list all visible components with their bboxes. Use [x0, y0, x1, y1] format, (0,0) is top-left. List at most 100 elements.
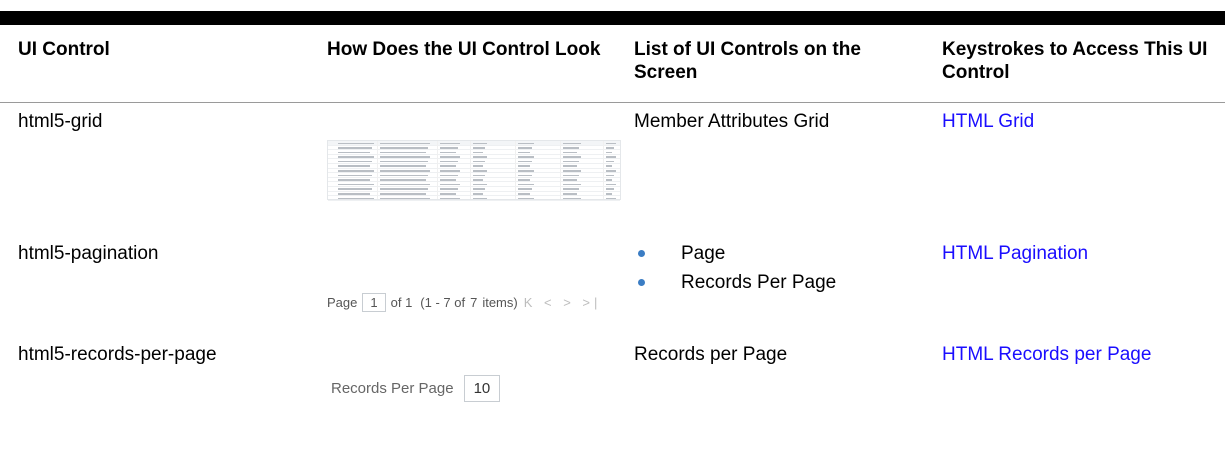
- html-grid-link[interactable]: HTML Grid: [942, 111, 1034, 132]
- grid-preview-cell: [473, 193, 483, 195]
- header-list-controls: List of UI Controls on the Screen: [634, 39, 861, 83]
- grid-preview-cell: [338, 188, 372, 190]
- grid-preview-cell: [380, 170, 430, 172]
- grid-preview-cell: [563, 193, 577, 195]
- header-divider: [0, 102, 1225, 103]
- grid-preview-cell: [440, 193, 456, 195]
- pagination-preview: Page 1 of 1 (1 - 7 of 7 items) K < > >|: [327, 290, 601, 314]
- grid-preview-cell: [440, 165, 456, 167]
- grid-preview-cell: [606, 179, 612, 181]
- grid-preview-column-line: [470, 141, 471, 199]
- header-ui-control: UI Control: [18, 39, 110, 60]
- grid-preview-cell: [473, 188, 485, 190]
- grid-preview-cell: [606, 193, 612, 195]
- grid-preview-cell: [606, 156, 616, 158]
- grid-preview-cell: [338, 156, 374, 158]
- bullet-icon: [638, 250, 645, 257]
- grid-preview-cell: [380, 193, 426, 195]
- grid-preview-cell: [518, 188, 532, 190]
- pagination-of-label: of 1: [390, 294, 413, 310]
- grid-preview-cell: [380, 165, 426, 167]
- grid-preview-cell: [518, 193, 530, 195]
- grid-preview-cell: [440, 156, 460, 158]
- grid-preview-cell: [473, 156, 487, 158]
- grid-preview-cell: [563, 188, 579, 190]
- row-pagination-control: html5-pagination: [18, 243, 159, 264]
- grid-preview-cell: [440, 147, 458, 149]
- rpp-label: Records Per Page: [331, 379, 454, 397]
- grid-preview-cell: [380, 160, 428, 163]
- grid-preview-cell: [473, 197, 487, 200]
- grid-preview-cell: [473, 160, 485, 163]
- grid-preview-cell: [338, 142, 374, 144]
- grid-preview-cell: [473, 174, 485, 177]
- grid-preview-cell: [440, 170, 460, 172]
- grid-preview-cell: [380, 156, 430, 158]
- grid-preview-cell: [606, 165, 612, 167]
- grid-preview-cell: [606, 197, 616, 200]
- grid-preview-cell: [473, 142, 487, 144]
- grid-preview-column-line: [377, 141, 378, 199]
- grid-preview-column-line: [437, 141, 438, 199]
- grid-preview-cell: [563, 160, 579, 163]
- grid-preview-cell: [473, 179, 483, 181]
- row-rpp-controls-text: Records per Page: [634, 344, 788, 365]
- grid-preview-cell: [440, 179, 456, 181]
- grid-preview-cell: [440, 188, 458, 190]
- grid-preview-cell: [563, 151, 577, 154]
- pagination-nav-icons: K < > >|: [523, 294, 602, 310]
- grid-preview-cell: [518, 179, 530, 181]
- grid-preview-cell: [518, 197, 534, 200]
- bullet-icon: [638, 279, 645, 286]
- header-how-look: How Does the UI Control Look: [327, 39, 601, 60]
- grid-preview-cell: [518, 170, 534, 172]
- grid-preview-cell: [338, 174, 372, 177]
- html-records-per-page-link[interactable]: HTML Records per Page: [942, 344, 1151, 365]
- grid-preview-column-line: [560, 141, 561, 199]
- grid-preview-cell: [563, 165, 577, 167]
- grid-preview-cell: [338, 193, 370, 195]
- grid-preview-cell: [440, 174, 458, 177]
- grid-preview-cell: [440, 183, 460, 186]
- grid-preview-cell: [380, 142, 430, 144]
- row-grid-controls-text: Member Attributes Grid: [634, 111, 830, 132]
- html-pagination-link[interactable]: HTML Pagination: [942, 243, 1088, 264]
- grid-preview-cell: [338, 183, 374, 186]
- grid-preview-cell: [563, 142, 581, 144]
- grid-preview-cell: [473, 147, 485, 149]
- grid-preview-cell: [338, 179, 370, 181]
- grid-preview-cell: [606, 160, 614, 163]
- grid-preview-cell: [380, 151, 426, 154]
- grid-preview-cell: [380, 147, 428, 149]
- pagination-range: (1 - 7 of: [420, 294, 466, 310]
- grid-preview-cell: [563, 197, 581, 200]
- grid-preview-cell: [563, 147, 579, 149]
- rpp-value-box: 10: [463, 374, 501, 402]
- grid-preview-cell: [518, 156, 534, 158]
- grid-preview-cell: [380, 188, 428, 190]
- grid-preview-cell: [473, 170, 487, 172]
- grid-preview-cell: [440, 142, 460, 144]
- grid-preview-cell: [440, 151, 456, 154]
- grid-preview-cell: [606, 188, 614, 190]
- grid-preview-cell: [563, 179, 577, 181]
- pagination-total: 7: [470, 294, 478, 310]
- grid-preview-cell: [518, 174, 532, 177]
- grid-preview-row: [328, 196, 620, 201]
- grid-preview-cell: [606, 142, 616, 144]
- grid-preview-cell: [338, 151, 370, 154]
- list-item: Records Per Page: [634, 271, 836, 300]
- records-per-page-preview: Records Per Page 10: [331, 373, 501, 403]
- grid-preview-cell: [563, 174, 579, 177]
- pagination-items: items): [482, 294, 518, 310]
- grid-preview-image: [327, 140, 621, 201]
- pagination-page-input: 1: [362, 292, 386, 312]
- grid-preview-cell: [380, 174, 428, 177]
- grid-preview-cell: [473, 183, 487, 186]
- row-rpp-control: html5-records-per-page: [18, 344, 217, 365]
- grid-preview-cell: [518, 183, 534, 186]
- row-grid-control: html5-grid: [18, 111, 103, 132]
- table-top-rule: [0, 11, 1225, 25]
- grid-preview-cell: [606, 170, 616, 172]
- grid-preview-cell: [518, 142, 534, 144]
